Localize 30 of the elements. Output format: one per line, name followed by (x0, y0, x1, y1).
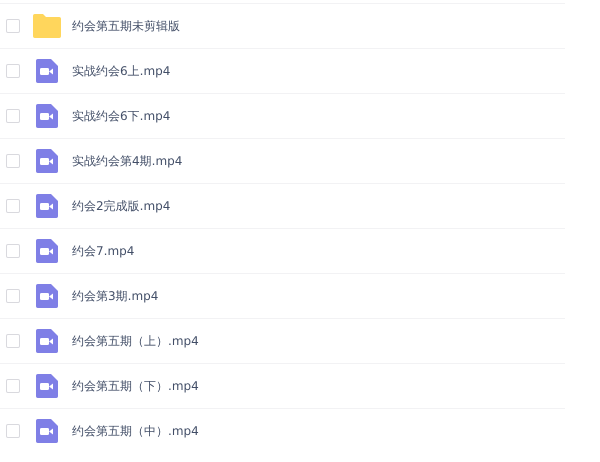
video-file-icon (36, 194, 58, 218)
checkbox[interactable] (6, 424, 20, 438)
file-name[interactable]: 约会第五期（中）.mp4 (72, 422, 199, 440)
checkbox[interactable] (6, 109, 20, 123)
checkbox[interactable] (6, 64, 20, 78)
file-name[interactable]: 约会7.mp4 (72, 242, 134, 260)
checkbox[interactable] (6, 289, 20, 303)
video-file-icon (36, 284, 58, 308)
checkbox[interactable] (6, 19, 20, 33)
checkbox[interactable] (6, 154, 20, 168)
video-file-icon (36, 149, 58, 173)
file-name[interactable]: 约会第五期未剪辑版 (72, 18, 180, 34)
file-name[interactable]: 实战约会第4期.mp4 (72, 152, 182, 170)
video-file-icon (36, 59, 58, 83)
file-name[interactable]: 约会第五期（下）.mp4 (72, 378, 199, 394)
file-name[interactable]: 约会2完成版.mp4 (72, 198, 170, 214)
file-name[interactable]: 约会第五期（上）.mp4 (72, 332, 199, 350)
checkbox[interactable] (6, 379, 20, 393)
folder-icon (33, 14, 61, 38)
checkbox[interactable] (6, 244, 20, 258)
file-name[interactable]: 实战约会6上.mp4 (72, 62, 170, 80)
video-file-icon (36, 104, 58, 128)
file-name[interactable]: 实战约会6下.mp4 (72, 108, 170, 124)
file-name[interactable]: 约会第3期.mp4 (72, 288, 158, 304)
video-file-icon (36, 329, 58, 353)
checkbox[interactable] (6, 334, 20, 348)
checkbox[interactable] (6, 199, 20, 213)
video-file-icon (36, 239, 58, 263)
video-file-icon (36, 419, 58, 443)
video-file-icon (36, 374, 58, 398)
